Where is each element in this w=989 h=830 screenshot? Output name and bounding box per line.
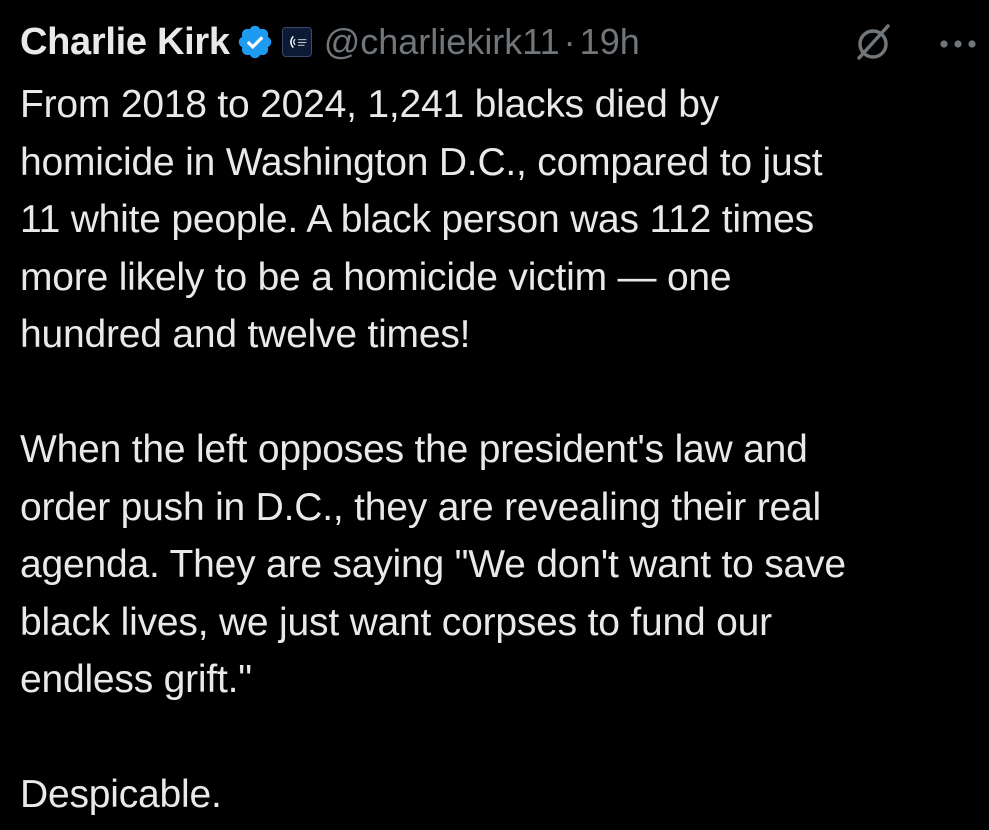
more-options-icon[interactable] <box>930 20 989 66</box>
grok-icon[interactable] <box>850 20 896 66</box>
verified-badge-icon[interactable] <box>236 23 274 61</box>
author-display-name[interactable]: Charlie Kirk <box>20 21 230 64</box>
timestamp[interactable]: 19h <box>580 21 640 63</box>
tweet: Charlie Kirk @charliekirk11 · 19h From 2… <box>20 14 980 824</box>
author-handle[interactable]: @charliekirk11 <box>324 21 560 63</box>
separator-dot: · <box>563 21 576 62</box>
tweet-header: Charlie Kirk @charliekirk11 · 19h <box>20 14 980 70</box>
tweet-text: From 2018 to 2024, 1,241 blacks died by … <box>20 83 846 816</box>
turning-point-usa-icon[interactable] <box>281 27 312 57</box>
